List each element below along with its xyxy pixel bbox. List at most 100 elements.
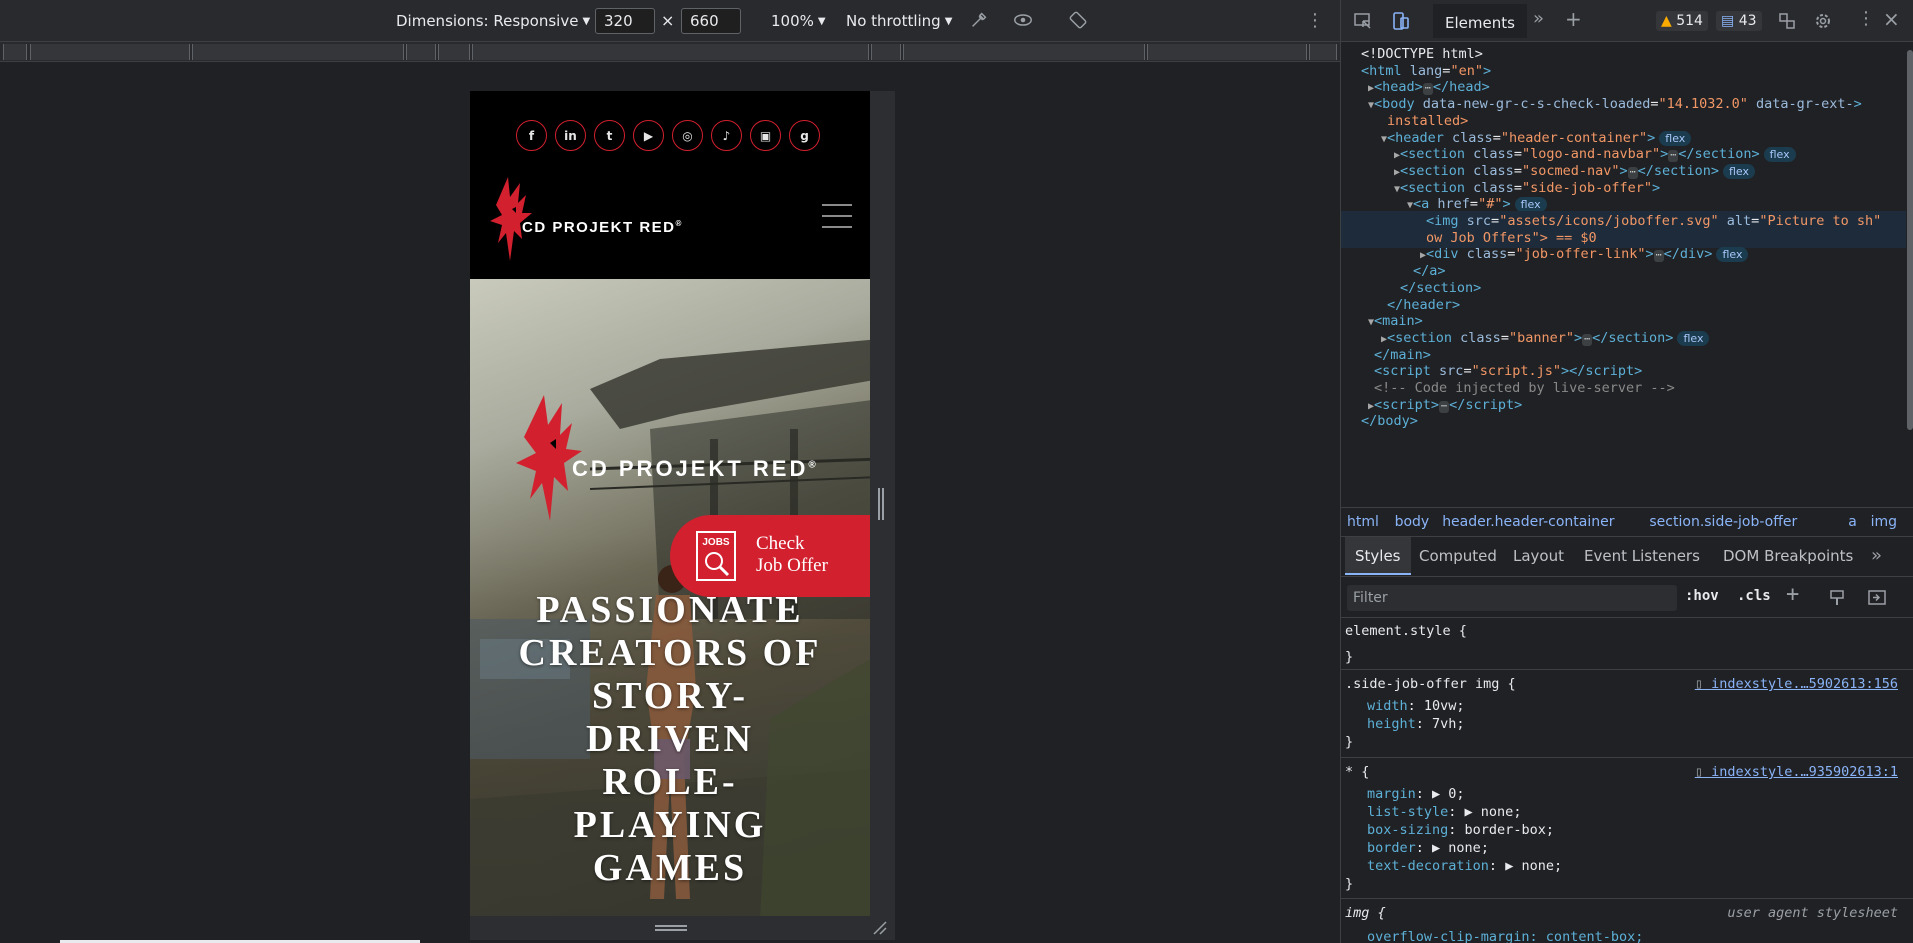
tab-computed[interactable]: Computed — [1419, 537, 1497, 575]
device-toolbar-icon[interactable] — [1391, 11, 1411, 31]
rule-source-text: indexstyle.…935902613:1 — [1711, 764, 1898, 780]
css-property[interactable]: margin: ▶ 0; — [1367, 785, 1465, 803]
rule-close-brace: } — [1345, 876, 1354, 892]
tab-elements[interactable]: Elements — [1433, 4, 1527, 38]
property-value: 10vw; — [1423, 698, 1465, 714]
property-value: ▶ none; — [1505, 858, 1563, 874]
rotate-icon[interactable] — [1066, 9, 1090, 31]
rule-source-text: indexstyle.…5902613:156 — [1711, 676, 1898, 692]
paint-brush-icon[interactable] — [1827, 588, 1847, 608]
device-viewport[interactable]: f in t ▶ ◎ ♪ ▣ g CD PROJEKT RED® CD PROJ… — [470, 91, 870, 916]
dimensions-dropdown[interactable]: Dimensions: Responsive ▼ — [396, 10, 590, 32]
hov-toggle[interactable]: :hov — [1685, 588, 1719, 604]
throttling-dropdown[interactable]: No throttling ▼ — [846, 10, 952, 32]
breadcrumb-item[interactable]: img — [1871, 508, 1897, 536]
rule-source-link[interactable]: ▯ indexstyle.…5902613:156 — [1695, 675, 1898, 693]
youtube-icon[interactable]: ▶ — [633, 120, 664, 151]
job-offer-line2: Job Offer — [756, 555, 828, 576]
cdpr-logo-bird-icon[interactable] — [486, 173, 686, 263]
tiktok-icon[interactable]: ♪ — [711, 120, 742, 151]
css-property[interactable]: width: 10vw; — [1367, 697, 1465, 715]
toggle-sidebar-icon[interactable] — [1867, 588, 1887, 608]
vision-deficiency-icon[interactable] — [1011, 9, 1035, 31]
logo-text: CD PROJEKT RED® — [522, 219, 683, 236]
css-property[interactable]: border: ▶ none; — [1367, 839, 1489, 857]
close-devtools-icon[interactable]: × — [1883, 8, 1900, 30]
dom-tree[interactable]: <!DOCTYPE html> <html lang="en"> ▶<head> ⋯ <… — [1341, 42, 1906, 504]
chevron-down-icon: ▼ — [582, 16, 591, 27]
eyedropper-icon[interactable] — [967, 9, 991, 31]
property-value: ▶ none; — [1464, 804, 1522, 820]
rule-selector: element.style { — [1345, 623, 1467, 639]
instagram-icon[interactable]: ◎ — [672, 120, 703, 151]
css-rule-img-user-agent[interactable]: img { user agent stylesheet overflow-cli… — [1341, 900, 1913, 943]
resize-handle-right[interactable] — [878, 488, 884, 520]
inspect-element-icon[interactable] — [1353, 11, 1373, 31]
more-panes-icon[interactable]: » — [1871, 537, 1882, 575]
dom-node[interactable]: </body> — [1341, 411, 1906, 432]
zoom-dropdown[interactable]: 100% ▼ — [771, 10, 826, 32]
tab-layout[interactable]: Layout — [1513, 537, 1564, 575]
tab-styles[interactable]: Styles — [1345, 537, 1411, 575]
cls-toggle[interactable]: .cls — [1737, 588, 1771, 604]
linkedin-icon[interactable]: in — [555, 120, 586, 151]
dom-tree-scrollbar[interactable] — [1906, 42, 1913, 504]
css-property[interactable]: box-sizing: border-box; — [1367, 821, 1554, 839]
warning-icon: ▲ — [1661, 13, 1672, 29]
tab-dom-breakpoints[interactable]: DOM Breakpoints — [1723, 537, 1853, 575]
add-tab-icon[interactable]: + — [1565, 8, 1582, 30]
css-rule-side-job-offer-img[interactable]: .side-job-offer img { ▯ indexstyle.…5902… — [1341, 671, 1913, 758]
tab-event-listeners[interactable]: Event Listeners — [1584, 537, 1700, 575]
more-tabs-icon[interactable]: » — [1533, 8, 1544, 30]
job-offer-icon: JOBS — [696, 531, 736, 581]
property-value: ▶ 0; — [1432, 786, 1465, 802]
twitch-icon[interactable]: ▣ — [750, 120, 781, 151]
more-options-icon[interactable]: ⋮ — [1306, 10, 1324, 32]
height-input[interactable]: 660 — [681, 8, 741, 34]
devtools-menu-icon[interactable]: ⋮ — [1857, 8, 1875, 30]
issues-icon[interactable] — [1777, 11, 1797, 31]
settings-gear-icon[interactable] — [1813, 11, 1833, 31]
css-property[interactable]: height: 7vh; — [1367, 715, 1465, 733]
scrollbar-thumb[interactable] — [1907, 50, 1913, 430]
property-name: margin — [1367, 786, 1416, 802]
css-property[interactable]: list-style: ▶ none; — [1367, 803, 1521, 821]
jobs-badge-text: JOBS — [702, 537, 730, 548]
css-rule-element-style[interactable]: element.style { } — [1341, 618, 1913, 670]
dimensions-label: Dimensions: Responsive — [396, 12, 579, 30]
gog-icon[interactable]: g — [789, 120, 820, 151]
property-name: text-decoration — [1367, 858, 1489, 874]
headline-line: ROLE- — [602, 761, 738, 803]
messages-count: 43 — [1738, 13, 1757, 29]
breadcrumb-item[interactable]: body — [1395, 508, 1430, 536]
breadcrumb-item[interactable]: html — [1347, 508, 1379, 536]
media-query-ruler[interactable] — [0, 42, 1340, 62]
resize-corner-icon[interactable] — [872, 920, 888, 936]
hamburger-menu-icon[interactable] — [822, 204, 852, 230]
twitter-icon[interactable]: t — [594, 120, 625, 151]
headline-line: STORY- — [591, 675, 749, 717]
times-sign: × — [661, 11, 675, 30]
facebook-icon[interactable]: f — [516, 120, 547, 151]
css-property[interactable]: text-decoration: ▶ none; — [1367, 857, 1562, 875]
headline-line: PLAYING — [573, 804, 767, 846]
breadcrumb-item[interactable]: a — [1848, 508, 1857, 536]
device-emulation-pane: Dimensions: Responsive ▼ 320 × 660 100% ▼ … — [0, 0, 1340, 943]
messages-badge[interactable]: ▤ 43 — [1716, 11, 1762, 31]
check-job-offer-button[interactable]: JOBS Check Job Offer — [670, 515, 870, 597]
styles-filter-bar: Filter :hov .cls + — [1341, 578, 1913, 618]
css-rule-universal[interactable]: * { ▯ indexstyle.…935902613:1 margin: ▶ … — [1341, 759, 1913, 899]
width-input[interactable]: 320 — [595, 8, 655, 34]
breadcrumb-item[interactable]: section.side-job-offer — [1649, 508, 1797, 536]
warnings-badge[interactable]: ▲ 514 — [1656, 11, 1708, 31]
chevron-down-icon: ▼ — [944, 16, 953, 27]
job-offer-text: Check Job Offer — [756, 533, 828, 577]
styles-pane-tabs: Styles Computed Layout Event Listeners D… — [1341, 537, 1913, 577]
rule-source-link[interactable]: ▯ indexstyle.…935902613:1 — [1695, 763, 1898, 781]
css-rules-list[interactable]: element.style { } .side-job-offer img { … — [1341, 618, 1913, 943]
styles-filter-input[interactable]: Filter — [1347, 585, 1677, 611]
breadcrumb-item[interactable]: header.header-container — [1442, 508, 1614, 536]
new-rule-icon[interactable]: + — [1786, 582, 1799, 607]
resize-handle-bottom[interactable] — [655, 925, 687, 931]
device-toolbar: Dimensions: Responsive ▼ 320 × 660 100% ▼ … — [0, 0, 1340, 42]
